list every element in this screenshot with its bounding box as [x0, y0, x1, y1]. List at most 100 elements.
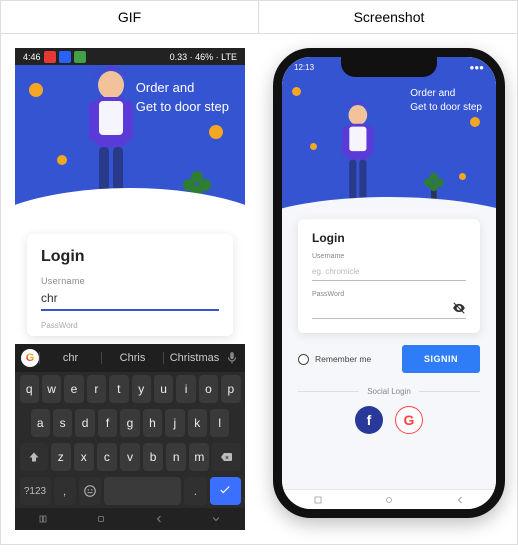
shift-key[interactable] [20, 443, 48, 471]
suggestion[interactable]: Christmas [163, 352, 225, 364]
key[interactable]: n [166, 443, 186, 471]
key[interactable]: d [75, 409, 94, 437]
key[interactable]: a [31, 409, 50, 437]
backspace-key[interactable] [212, 443, 240, 471]
virus-icon [292, 87, 301, 96]
nav-recent-icon[interactable] [34, 513, 54, 525]
key[interactable]: r [87, 375, 106, 403]
key-row-4: ?123 , . [15, 474, 245, 508]
phone-notch [341, 57, 437, 77]
status-time: 12:13 [294, 63, 314, 72]
social-login-divider: Social Login [298, 387, 480, 396]
key[interactable]: g [120, 409, 139, 437]
hero-line2: Get to door step [410, 101, 482, 115]
status-time: 4:46 [23, 52, 41, 62]
google-button[interactable]: G [395, 406, 423, 434]
eye-off-icon[interactable] [452, 301, 466, 315]
key[interactable]: e [64, 375, 83, 403]
hero-illustration [15, 65, 245, 228]
key[interactable]: m [189, 443, 209, 471]
username-label: Username [312, 253, 466, 260]
phone-screen: 12:13 ●●● Order and Get to door step [282, 57, 496, 509]
keyboard: G chr Chris Christmas qwertyuiop asdfghj… [15, 344, 245, 530]
key[interactable]: z [51, 443, 71, 471]
cell-screenshot: 12:13 ●●● Order and Get to door step [259, 34, 518, 544]
password-label: PassWord [41, 321, 219, 330]
symbols-key[interactable]: ?123 [20, 477, 51, 505]
space-key[interactable] [104, 477, 182, 505]
key-row-3: zxcvbnm [15, 440, 245, 474]
login-card: Login Username PassWord [27, 234, 233, 336]
key[interactable]: x [74, 443, 94, 471]
nav-back-icon[interactable] [450, 494, 470, 506]
key[interactable]: w [42, 375, 61, 403]
key[interactable]: f [98, 409, 117, 437]
suggestion[interactable]: Chris [101, 352, 163, 364]
key[interactable]: b [143, 443, 163, 471]
google-icon[interactable]: G [21, 349, 39, 367]
nav-home-icon[interactable] [379, 494, 399, 506]
facebook-button[interactable]: f [355, 406, 383, 434]
login-title: Login [41, 248, 219, 266]
nav-home-icon[interactable] [91, 513, 111, 525]
android-status-bar: 4:46 0.33 · 46% · LTE [15, 48, 245, 65]
nav-back-icon[interactable] [149, 513, 169, 525]
radio-icon[interactable] [298, 354, 309, 365]
key[interactable]: p [221, 375, 240, 403]
col-header-screenshot: Screenshot [259, 1, 518, 34]
keyboard-hide-icon[interactable] [206, 513, 226, 525]
social-login-label: Social Login [367, 387, 411, 396]
key[interactable]: c [97, 443, 117, 471]
status-app-icon [74, 51, 86, 63]
gif-frame: 4:46 0.33 · 46% · LTE Order and Get to d… [15, 48, 245, 530]
remember-me[interactable]: Remember me [298, 354, 371, 365]
hero-line1: Order and [410, 87, 482, 101]
key[interactable]: y [132, 375, 151, 403]
hero-text: Order and Get to door step [410, 87, 482, 115]
username-input[interactable] [312, 264, 466, 281]
key[interactable]: u [154, 375, 173, 403]
virus-icon [196, 195, 205, 204]
suggestion[interactable]: chr [39, 352, 101, 364]
username-input[interactable] [41, 288, 219, 311]
key-row-2: asdfghjkl [15, 406, 245, 440]
nav-recent-icon[interactable] [308, 494, 328, 506]
signin-button[interactable]: SIGNIN [402, 345, 480, 373]
key[interactable]: j [165, 409, 184, 437]
status-app-icon [59, 51, 71, 63]
phone-mockup: 12:13 ●●● Order and Get to door step [273, 48, 505, 518]
mic-icon[interactable] [225, 351, 239, 365]
virus-icon [310, 143, 317, 150]
android-nav-bar [282, 489, 496, 509]
emoji-key[interactable] [79, 477, 101, 505]
key[interactable]: v [120, 443, 140, 471]
password-label: PassWord [312, 291, 466, 298]
status-right: ●●● [470, 63, 485, 72]
hero: Order and Get to door step [282, 77, 496, 225]
key[interactable]: l [210, 409, 229, 437]
hero: Order and Get to door step [15, 65, 245, 228]
col-header-gif: GIF [1, 1, 259, 34]
password-input[interactable] [312, 302, 466, 319]
enter-key[interactable] [210, 477, 241, 505]
key[interactable]: o [199, 375, 218, 403]
virus-icon [459, 173, 466, 180]
suggestion-bar: G chr Chris Christmas [15, 344, 245, 372]
key[interactable]: i [176, 375, 195, 403]
key-row-1: qwertyuiop [15, 372, 245, 406]
period-key[interactable]: . [184, 477, 206, 505]
comma-key[interactable]: , [54, 477, 76, 505]
status-right: 0.33 · 46% · LTE [170, 52, 237, 62]
virus-icon [470, 117, 480, 127]
key[interactable]: t [109, 375, 128, 403]
key[interactable]: h [143, 409, 162, 437]
login-card: Login Username PassWord [298, 219, 480, 333]
remember-label: Remember me [315, 354, 371, 364]
username-label: Username [41, 276, 219, 286]
android-nav-bar [15, 508, 245, 530]
key[interactable]: k [188, 409, 207, 437]
actions-row: Remember me SIGNIN [298, 345, 480, 373]
key[interactable]: s [53, 409, 72, 437]
key[interactable]: q [20, 375, 39, 403]
login-title: Login [312, 231, 466, 245]
